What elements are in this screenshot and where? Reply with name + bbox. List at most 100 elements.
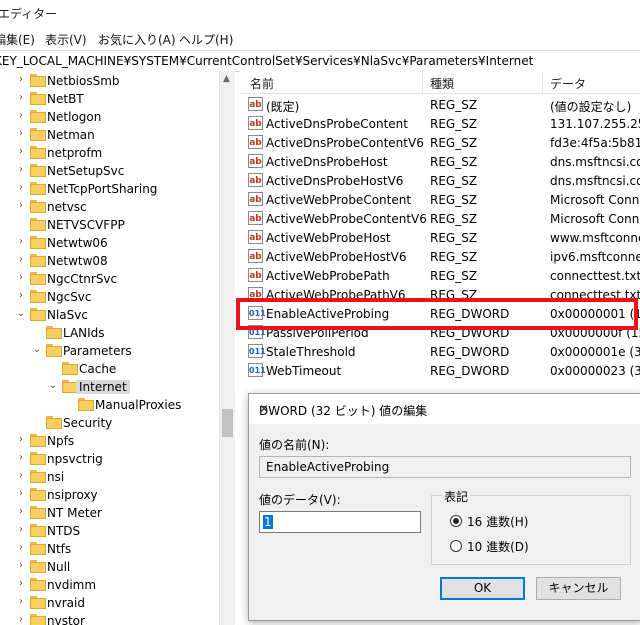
tree-item[interactable]: › NetBT — [0, 90, 219, 108]
chevron-right-icon[interactable]: › — [16, 452, 26, 464]
table-row[interactable]: ab ActiveWebProbePathV6 REG_SZ connecttest.… — [240, 285, 640, 304]
radio-hex-label[interactable]: 16 進数(H) — [467, 513, 528, 530]
menu-favorites[interactable]: お気に入り(A) — [98, 31, 176, 48]
tree-item[interactable]: › nsiproxy — [0, 486, 219, 504]
chevron-right-icon[interactable]: › — [16, 596, 26, 608]
tree-item[interactable]: › npsvctrig — [0, 450, 219, 468]
menu-help[interactable]: ヘルプ(H) — [179, 31, 233, 48]
table-row[interactable]: ab ActiveWebProbePath REG_SZ connecttest.tx… — [240, 266, 640, 285]
table-row[interactable]: ab ActiveDnsProbeHostV6 REG_SZ dns.msftncsi… — [240, 171, 640, 190]
chevron-right-icon[interactable]: › — [16, 92, 26, 104]
tree-item[interactable]: › NgcCtnrSvc — [0, 270, 219, 288]
tree-item[interactable]: › NetSetupSvc — [0, 162, 219, 180]
chevron-down-icon[interactable]: ⌄ — [32, 344, 42, 356]
table-row[interactable]: ab ActiveWebProbeHostV6 REG_SZ ipv6.msftcon… — [240, 247, 640, 266]
ok-button[interactable]: OK — [440, 577, 525, 600]
table-row[interactable]: ab (既定) REG_SZ (値の設定なし) — [240, 95, 640, 114]
chevron-right-icon[interactable]: › — [16, 146, 26, 158]
tree-item-label: LANIds — [63, 326, 105, 340]
radio-hex[interactable] — [450, 515, 462, 527]
tree-scrollbar[interactable]: ▲ — [219, 71, 235, 625]
tree-item[interactable]: › NTDS — [0, 522, 219, 540]
table-row[interactable]: 011WebTimeout REG_DWORD 0x00000023 (35) — [240, 361, 640, 380]
chevron-right-icon[interactable]: › — [16, 254, 26, 266]
table-row[interactable]: 011StaleThreshold REG_DWORD 0x0000001e (30… — [240, 342, 640, 361]
window-title: エディター — [0, 7, 58, 21]
tree-item[interactable]: › NgcSvc — [0, 288, 219, 306]
chevron-right-icon[interactable]: › — [16, 560, 26, 572]
tree-item[interactable]: › Ntfs — [0, 540, 219, 558]
table-row[interactable]: ab ActiveWebProbeContent REG_SZ Microsoft C… — [240, 190, 640, 209]
tree-item[interactable]: Cache — [0, 360, 219, 378]
tree-item[interactable]: › nvraid — [0, 594, 219, 612]
column-name[interactable]: 名前 — [250, 75, 274, 92]
column-type[interactable]: 種類 — [430, 75, 454, 92]
chevron-right-icon[interactable]: › — [16, 74, 26, 86]
cancel-button[interactable]: キャンセル — [536, 577, 621, 600]
chevron-right-icon[interactable]: › — [16, 182, 26, 194]
chevron-right-icon[interactable]: › — [16, 200, 26, 212]
tree-item-label: Netman — [47, 128, 95, 142]
tree-item[interactable]: › NetbiosSmb — [0, 72, 219, 90]
tree-item[interactable]: ManualProxies — [0, 396, 219, 414]
value-type: REG_SZ — [430, 269, 478, 283]
tree-item[interactable]: › netvsc — [0, 198, 219, 216]
table-row[interactable]: ab ActiveWebProbeContentV6 REG_SZ Microsoft… — [240, 209, 640, 228]
tree-item[interactable]: Security — [0, 414, 219, 432]
chevron-right-icon[interactable]: › — [16, 506, 26, 518]
scroll-up-arrow-icon[interactable]: ▲ — [223, 74, 230, 84]
radio-decimal[interactable] — [450, 540, 462, 552]
value-name: StaleThreshold — [266, 345, 356, 359]
chevron-right-icon[interactable]: › — [16, 272, 26, 284]
address-bar[interactable]: KEY_LOCAL_MACHINE¥SYSTEM¥CurrentControlS… — [0, 50, 640, 72]
tree-item-label: nsiproxy — [47, 488, 98, 502]
table-row[interactable]: ab ActiveDnsProbeContent REG_SZ 131.107.255… — [240, 114, 640, 133]
chevron-right-icon[interactable]: › — [16, 236, 26, 248]
chevron-down-icon[interactable]: ⌄ — [16, 308, 26, 320]
tree-item[interactable]: ⌄ NlaSvc — [0, 306, 219, 324]
table-row[interactable]: 011 EnableActiveProbing REG_DWORD 0x0000000… — [240, 304, 640, 323]
chevron-right-icon[interactable]: › — [16, 524, 26, 536]
tree-item[interactable]: › Netman — [0, 126, 219, 144]
table-row[interactable]: 011 PassivePollPeriod REG_DWORD 0x0000000f … — [240, 323, 640, 342]
registry-key-tree[interactable]: › NetbiosSmb › NetBT › Netlogon › Netman › netpro… — [0, 71, 219, 625]
tree-item[interactable]: NETVSCVFPP — [0, 216, 219, 234]
radio-decimal-label[interactable]: 10 進数(D) — [467, 538, 529, 555]
tree-item[interactable]: › nsi — [0, 468, 219, 486]
chevron-right-icon[interactable]: › — [16, 614, 26, 625]
chevron-right-icon[interactable]: › — [16, 290, 26, 302]
list-header: 名前 種類 データ — [240, 71, 640, 94]
chevron-right-icon[interactable]: › — [16, 110, 26, 122]
chevron-right-icon[interactable]: › — [16, 470, 26, 482]
tree-item[interactable]: › Netlogon — [0, 108, 219, 126]
tree-item[interactable]: › NetTcpPortSharing — [0, 180, 219, 198]
value-data-input[interactable]: 1 — [259, 511, 421, 533]
menu-edit[interactable]: 編集(E) — [0, 31, 35, 48]
tree-item[interactable]: › Netwtw06 — [0, 234, 219, 252]
tree-item[interactable]: › Null — [0, 558, 219, 576]
tree-item[interactable]: › Netwtw08 — [0, 252, 219, 270]
table-row[interactable]: ab ActiveDnsProbeContentV6 REG_SZ fd3e:4f5a… — [240, 133, 640, 152]
tree-item[interactable]: › nvstor — [0, 612, 219, 625]
menu-view[interactable]: 表示(V) — [45, 31, 87, 48]
table-row[interactable]: abActiveWebProbeHost REG_SZ www.msftconnec… — [240, 228, 640, 247]
chevron-right-icon[interactable]: › — [16, 164, 26, 176]
tree-item[interactable]: › nvdimm — [0, 576, 219, 594]
close-icon[interactable]: ✕ — [259, 402, 629, 416]
scrollbar-thumb[interactable] — [222, 409, 233, 437]
chevron-right-icon[interactable]: › — [16, 578, 26, 590]
tree-item[interactable]: ⌄ Parameters — [0, 342, 219, 360]
tree-item[interactable]: › NT Meter — [0, 504, 219, 522]
table-row[interactable]: ab ActiveDnsProbeHost REG_SZ dns.msftncsi.c… — [240, 152, 640, 171]
tree-item[interactable]: LANIds — [0, 324, 219, 342]
chevron-right-icon[interactable]: › — [16, 128, 26, 140]
tree-item[interactable]: › Npfs — [0, 432, 219, 450]
tree-item[interactable]: ⌄ Internet — [0, 378, 219, 396]
chevron-right-icon[interactable]: › — [16, 488, 26, 500]
chevron-right-icon[interactable]: › — [16, 542, 26, 554]
chevron-right-icon[interactable]: › — [16, 434, 26, 446]
tree-item[interactable]: › netprofm — [0, 144, 219, 162]
column-data[interactable]: データ — [550, 75, 586, 92]
chevron-down-icon[interactable]: ⌄ — [48, 380, 58, 392]
value-name: ActiveWebProbePath — [266, 269, 390, 283]
